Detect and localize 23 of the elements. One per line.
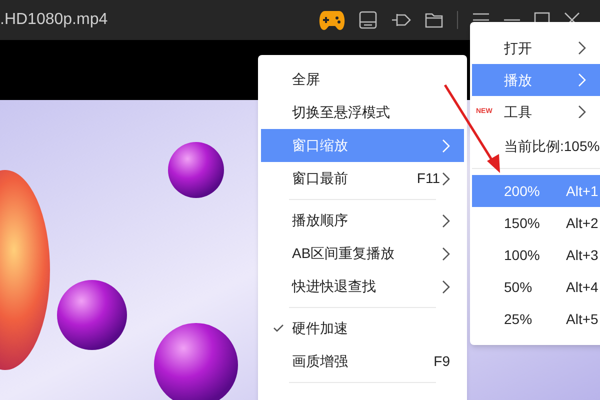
zoom-option[interactable]: 100% Alt+3 [472, 239, 600, 271]
zoom-option[interactable]: 25% Alt+5 [472, 303, 600, 335]
current-zoom-ratio: 当前比例:105% [503, 136, 600, 156]
chevron-right-icon [578, 41, 586, 55]
window-title: .HD1080p.mp4 [0, 10, 108, 30]
menu-item[interactable]: 窗口最前 F11 [261, 162, 464, 195]
folder-icon[interactable] [425, 12, 443, 28]
menu-item[interactable]: 快进快退查找 [261, 270, 464, 303]
chevron-right-icon [578, 73, 586, 87]
menu-item[interactable]: 画质增强 F9 [261, 345, 464, 378]
screen-icon[interactable] [359, 11, 377, 29]
minimize-icon[interactable] [504, 19, 520, 21]
menu-item[interactable]: 播放顺序 [261, 204, 464, 237]
pin-icon[interactable] [391, 11, 411, 29]
menu-item[interactable]: 全屏 [261, 63, 464, 96]
zoom-option[interactable]: 50% Alt+4 [472, 271, 600, 303]
menu-item[interactable]: 硬件加速 [261, 312, 464, 345]
chevron-right-icon [578, 105, 586, 119]
menu-item[interactable]: 打开 [472, 32, 600, 64]
menu-item[interactable]: 切换至悬浮模式 [261, 96, 464, 129]
gamepad-icon[interactable] [319, 9, 345, 31]
menu-item[interactable]: AB区间重复播放 [261, 237, 464, 270]
zoom-option[interactable]: 150% Alt+2 [472, 207, 600, 239]
